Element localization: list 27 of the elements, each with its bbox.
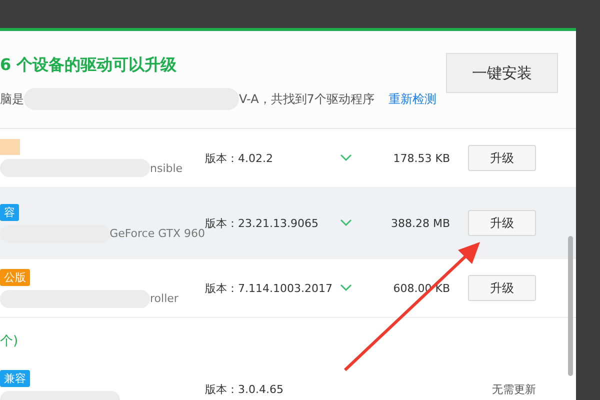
section-title: 个): [0, 333, 20, 351]
driver-version: 版本：3.0.4.65: [205, 382, 284, 396]
driver-name: GeForce GTX 960: [110, 227, 205, 240]
blurred-icon: [0, 139, 20, 155]
chevron-down-icon[interactable]: [340, 284, 352, 292]
install-all-button[interactable]: 一键安装: [446, 53, 558, 93]
driver-version: 版本：7.114.1003.2017: [205, 280, 334, 296]
driver-name: nsible: [150, 162, 183, 174]
driver-tag: 兼容: [0, 370, 30, 386]
driver-version: 版本：4.02.2: [205, 150, 274, 166]
driver-tag: 公版: [0, 268, 30, 286]
scrollbar[interactable]: [568, 236, 573, 376]
driver-tag: 容: [0, 204, 19, 220]
driver-name: roller: [150, 292, 178, 305]
rescan-link[interactable]: 重新检测: [388, 90, 436, 108]
upgrade-title: 6 个设备的驱动可以升级: [0, 55, 178, 76]
info-text: 脑是: [0, 90, 24, 108]
upgrade-button[interactable]: 升级: [468, 145, 536, 171]
driver-version: 版本：23.21.13.9065: [205, 216, 320, 230]
chevron-down-icon[interactable]: [340, 218, 352, 226]
upgrade-button[interactable]: 升级: [468, 210, 536, 236]
driver-size: 388.28 MB: [390, 216, 450, 230]
upgrade-button[interactable]: 升级: [468, 275, 536, 301]
info-text: V-A，共找到7个驱动程序: [239, 90, 374, 108]
no-update-label: 无需更新: [492, 382, 536, 396]
chevron-down-icon[interactable]: [340, 154, 352, 162]
driver-size: 178.53 KB: [393, 152, 450, 164]
